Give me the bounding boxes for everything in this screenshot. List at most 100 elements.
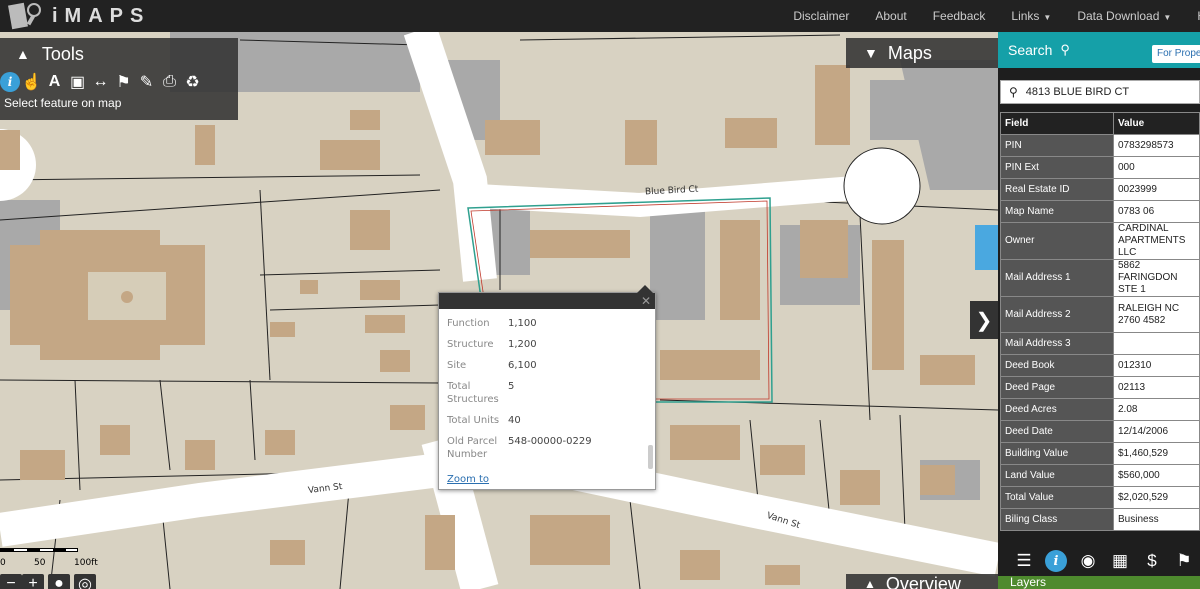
print-icon[interactable]: ⎙ [158,71,181,93]
flag-icon[interactable]: ⚑ [1168,551,1200,571]
nav-disclaimer[interactable]: Disclaimer [793,9,849,23]
field-value: 5862 FARINGDON STE 1 [1113,259,1200,297]
popup-row: Function 1,100 [447,317,647,330]
table-header-row: Field Value [1000,112,1200,135]
table-row: Deed Book 012310 [1000,354,1200,377]
overview-panel-toggle[interactable]: ▲ Overview [846,574,998,589]
tools-title: Tools [41,43,84,64]
field-value: 0783 06 [1113,200,1200,223]
table-row: Real Estate ID 0023999 [1000,178,1200,201]
pointer-hand-icon[interactable]: ☝ [20,71,43,93]
table-row: Owner CARDINAL APARTMENTS LLC [1000,222,1200,260]
bookmark-icon[interactable]: ⚑ [112,71,135,93]
table-row: Building Value $1,460,529 [1000,442,1200,465]
app-title: iMAPS [52,4,151,27]
measure-road-icon[interactable]: A [43,71,66,93]
field-value: 000 [1113,156,1200,179]
tools-header[interactable]: ▲ Tools [0,38,238,70]
dollar-icon[interactable]: $ [1136,551,1168,571]
nav-about[interactable]: About [875,9,906,23]
chevron-up-icon: ▲ [864,577,876,589]
locate-icon[interactable]: ◎ [74,574,96,589]
nav-data-download-dropdown[interactable]: Data Download ▼ [1077,9,1171,23]
popup-header: ✕ [439,293,655,309]
popup-field-label: Old Parcel Number [447,436,498,460]
field-name: Deed Date [1000,420,1114,443]
info-icon[interactable]: i [0,72,20,92]
popup-field-value: 40 [508,415,521,426]
popup-row: Structure 1,200 [447,338,647,351]
search-input[interactable]: ⚲ 4813 BLUE BIRD CT [1000,80,1200,104]
popup-field-value: 6,100 [508,360,537,371]
image-icon[interactable]: ▣ [66,71,89,93]
popup-row: Old Parcel Number 548-00000-0229 [447,435,647,461]
field-value: $1,460,529 [1113,442,1200,465]
swap-arrows-icon[interactable]: ↔ [89,71,112,93]
nav-data-download-label: Data Download [1077,9,1160,23]
field-name: Total Value [1000,486,1114,509]
scale-label: 0 [0,558,6,568]
scale-label: 100ft [74,558,98,568]
table-row: Deed Acres 2.08 [1000,398,1200,421]
table-row: PIN 0783298573 [1000,134,1200,157]
close-icon[interactable]: ✕ [641,294,651,308]
field-name: Deed Acres [1000,398,1114,421]
field-name: Biling Class [1000,508,1114,531]
table-row: Mail Address 1 5862 FARINGDON STE 1 [1000,259,1200,297]
field-name: Deed Page [1000,376,1114,399]
field-value: 0783298573 [1113,134,1200,157]
expand-sidebar-button[interactable]: ❯ [970,301,998,339]
property-sidebar: Search ⚲ For Prope ⚲ 4813 BLUE BIRD CT F… [998,32,1200,589]
feature-popup: ✕ Function 1,100 Structure 1,200 Site 6,100… [438,285,656,490]
popup-field-label: Total Structures [447,381,499,405]
zoom-to-link[interactable]: Zoom to [447,474,489,485]
popup-field-label: Total Units [447,415,500,426]
map-controls: − + ● ◎ [0,574,100,589]
nav-feedback[interactable]: Feedback [933,9,986,23]
imaps-logo-icon [8,1,42,31]
chevron-up-icon: ▲ [16,46,30,62]
field-name: Land Value [1000,464,1114,487]
document-icon[interactable]: ▦ [1104,551,1136,571]
scale-label: 50 [34,558,46,568]
table-row: Land Value $560,000 [1000,464,1200,487]
globe-icon[interactable]: ● [48,574,70,589]
nav-links-dropdown[interactable]: Links ▼ [1011,9,1051,23]
popup-row: Site 6,100 [447,359,647,372]
caret-down-icon: ▼ [1163,13,1172,22]
field-name: Mail Address 1 [1000,259,1114,297]
info-icon[interactable]: i [1045,550,1067,572]
app-logo[interactable]: iMAPS [8,1,150,31]
field-name: PIN Ext [1000,156,1114,179]
tools-status-text: Select feature on map [4,96,122,110]
zoom-out-icon[interactable]: − [0,574,22,589]
list-icon[interactable]: ☰ [1008,551,1040,571]
maps-panel-toggle[interactable]: ▼ Maps [846,38,998,68]
camera-icon[interactable]: ◉ [1072,551,1104,571]
field-value: 012310 [1113,354,1200,377]
search-type-select[interactable]: For Prope [1152,45,1200,63]
nav-disclaimer-label: Disclaimer [793,9,850,23]
layers-panel-toggle[interactable]: Layers [998,576,1200,589]
trash-icon[interactable]: ♻ [181,71,204,93]
popup-field-value: 1,100 [508,318,537,329]
search-input-value: 4813 BLUE BIRD CT [1025,86,1130,98]
pencil-icon[interactable]: ✎ [135,71,158,93]
field-value: 0023999 [1113,178,1200,201]
field-name: Mail Address 3 [1000,332,1114,355]
table-row: Biling Class Business [1000,508,1200,531]
table-row: PIN Ext 000 [1000,156,1200,179]
field-value: $2,020,529 [1113,486,1200,509]
search-icon[interactable]: ⚲ [1060,42,1070,58]
caret-down-icon: ▼ [1043,13,1052,22]
popup-scrollbar[interactable] [648,445,653,469]
search-header: Search ⚲ For Prope [998,32,1200,68]
chevron-right-icon: ❯ [975,309,993,332]
field-value: RALEIGH NC 2760 4582 [1113,296,1200,333]
popup-row: Total Units 40 [447,414,647,427]
table-row: Map Name 0783 06 [1000,200,1200,223]
field-name: Real Estate ID [1000,178,1114,201]
nav-about-label: About [875,9,907,23]
field-name: Owner [1000,222,1114,260]
zoom-in-icon[interactable]: + [22,574,44,589]
